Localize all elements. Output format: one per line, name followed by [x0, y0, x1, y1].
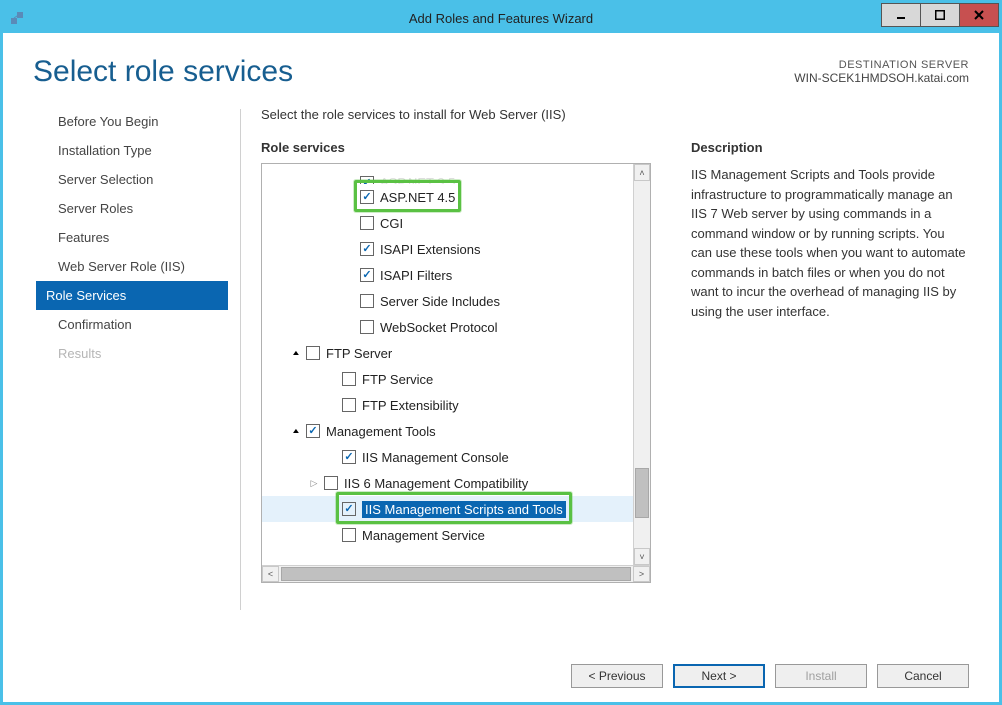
checkbox[interactable] — [360, 294, 374, 308]
role-services-label: Role services — [261, 140, 651, 155]
tree-row[interactable]: ▷ IIS 6 Management Compatibility — [262, 470, 633, 496]
destination-value: WIN-SCEK1HMDSOH.katai.com — [794, 71, 969, 85]
window-frame: Add Roles and Features Wizard Select rol… — [0, 0, 1002, 705]
tree-row[interactable]: WebSocket Protocol — [262, 314, 633, 340]
checkbox[interactable] — [360, 268, 374, 282]
next-button[interactable]: Next > — [673, 664, 765, 688]
tree-item-label[interactable]: WebSocket Protocol — [380, 320, 498, 335]
install-button[interactable]: Install — [775, 664, 867, 688]
right-pane: Select the role services to install for … — [261, 99, 969, 640]
sidebar-item-server-selection[interactable]: Server Selection — [58, 165, 228, 194]
cancel-button[interactable]: Cancel — [877, 664, 969, 688]
minimize-button[interactable] — [881, 3, 921, 27]
button-row: < Previous Next > Install Cancel — [3, 650, 999, 702]
tree-row[interactable]: Management Service — [262, 522, 633, 548]
tree-item-label[interactable]: IIS Management Scripts and Tools — [362, 501, 566, 518]
checkbox[interactable] — [360, 320, 374, 334]
tree-row[interactable]: IIS Management Scripts and Tools — [262, 496, 633, 522]
hscroll-track[interactable] — [279, 566, 633, 582]
tree-row[interactable]: CGI — [262, 210, 633, 236]
checkbox[interactable] — [360, 190, 374, 204]
checkbox[interactable] — [324, 476, 338, 490]
expand-icon[interactable]: ▲ — [290, 427, 302, 435]
tree-row[interactable]: ISAPI Filters — [262, 262, 633, 288]
sidebar-item-before-you-begin[interactable]: Before You Begin — [58, 107, 228, 136]
scroll-down-button[interactable]: ˅ — [634, 548, 650, 565]
checkbox[interactable] — [360, 176, 374, 184]
horizontal-scrollbar[interactable]: ˂ ˃ — [262, 565, 650, 582]
checkbox[interactable] — [306, 424, 320, 438]
tree-item-label[interactable]: IIS 6 Management Compatibility — [344, 476, 528, 491]
vertical-divider — [240, 109, 241, 610]
tree-item-label[interactable]: Management Tools — [326, 424, 436, 439]
tree-row[interactable]: ▲ Management Tools — [262, 418, 633, 444]
checkbox[interactable] — [342, 502, 356, 516]
checkbox[interactable] — [306, 346, 320, 360]
checkbox[interactable] — [342, 398, 356, 412]
tree-row[interactable]: ASP.NET 4.5 — [262, 184, 633, 210]
tree-item-label[interactable]: ASP.NET 3.5 — [380, 175, 455, 184]
checkbox[interactable] — [342, 450, 356, 464]
description-column: Description IIS Management Scripts and T… — [691, 140, 969, 640]
vscroll-track[interactable] — [634, 181, 650, 548]
scroll-right-button[interactable]: ˃ — [633, 566, 650, 582]
close-button[interactable] — [959, 3, 999, 27]
window-controls — [882, 3, 999, 27]
window-title: Add Roles and Features Wizard — [3, 11, 999, 26]
tree-item-label[interactable]: IIS Management Console — [362, 450, 509, 465]
role-services-box: ASP.NET 3.5 ASP.NET 4.5 CGI ISAPI Extension… — [261, 163, 651, 583]
sidebar-item-features[interactable]: Features — [58, 223, 228, 252]
checkbox[interactable] — [360, 242, 374, 256]
tree-item-label[interactable]: ISAPI Extensions — [380, 242, 480, 257]
title-bar: Add Roles and Features Wizard — [3, 3, 999, 33]
sidebar-item-results: Results — [58, 339, 228, 368]
sidebar-nav: Before You Begin Installation Type Serve… — [58, 99, 228, 640]
destination-server: DESTINATION SERVER WIN-SCEK1HMDSOH.katai… — [794, 55, 969, 85]
description-label: Description — [691, 140, 969, 155]
sidebar-item-role-services[interactable]: Role Services — [36, 281, 228, 310]
expand-icon[interactable]: ▲ — [290, 349, 302, 357]
wizard-header: Select role services DESTINATION SERVER … — [3, 33, 999, 99]
tree-row[interactable]: Server Side Includes — [262, 288, 633, 314]
scroll-left-button[interactable]: ˂ — [262, 566, 279, 582]
vscroll-thumb[interactable] — [635, 468, 649, 518]
columns: Role services ASP.NET 3.5 ASP.NET 4.5 CGI I… — [261, 140, 969, 640]
sidebar-item-confirmation[interactable]: Confirmation — [58, 310, 228, 339]
wizard-body: Select role services DESTINATION SERVER … — [3, 33, 999, 702]
tree-row[interactable]: ISAPI Extensions — [262, 236, 633, 262]
wizard-main: Before You Begin Installation Type Serve… — [3, 99, 999, 650]
app-icon — [3, 11, 31, 25]
tree-row[interactable]: IIS Management Console — [262, 444, 633, 470]
tree-item-label[interactable]: ISAPI Filters — [380, 268, 452, 283]
checkbox[interactable] — [360, 216, 374, 230]
scroll-up-button[interactable]: ˄ — [634, 164, 650, 181]
description-text: IIS Management Scripts and Tools provide… — [691, 165, 969, 321]
tree-item-label[interactable]: Server Side Includes — [380, 294, 500, 309]
tree-item-label[interactable]: CGI — [380, 216, 403, 231]
tree-row[interactable]: ASP.NET 3.5 — [262, 170, 633, 184]
page-title: Select role services — [33, 55, 293, 89]
tree-item-label[interactable]: FTP Extensibility — [362, 398, 459, 413]
tree-item-label[interactable]: FTP Service — [362, 372, 433, 387]
sidebar-item-web-server-role[interactable]: Web Server Role (IIS) — [58, 252, 228, 281]
maximize-button[interactable] — [920, 3, 960, 27]
role-services-column: Role services ASP.NET 3.5 ASP.NET 4.5 CGI I… — [261, 140, 651, 640]
checkbox[interactable] — [342, 372, 356, 386]
role-services-tree[interactable]: ASP.NET 3.5 ASP.NET 4.5 CGI ISAPI Extension… — [262, 164, 633, 565]
tree-row[interactable]: ▲ FTP Server — [262, 340, 633, 366]
expand-icon[interactable]: ▷ — [308, 478, 320, 489]
sidebar-item-installation-type[interactable]: Installation Type — [58, 136, 228, 165]
tree-item-label[interactable]: ASP.NET 4.5 — [380, 190, 455, 205]
destination-label: DESTINATION SERVER — [794, 59, 969, 71]
tree-row[interactable]: FTP Extensibility — [262, 392, 633, 418]
tree-item-label[interactable]: FTP Server — [326, 346, 392, 361]
checkbox[interactable] — [342, 528, 356, 542]
previous-button[interactable]: < Previous — [571, 664, 663, 688]
tree-row[interactable]: FTP Service — [262, 366, 633, 392]
instruction-text: Select the role services to install for … — [261, 107, 969, 122]
tree-item-label[interactable]: Management Service — [362, 528, 485, 543]
sidebar-item-server-roles[interactable]: Server Roles — [58, 194, 228, 223]
vertical-scrollbar[interactable]: ˄ ˅ — [633, 164, 650, 565]
hscroll-thumb[interactable] — [281, 567, 631, 581]
